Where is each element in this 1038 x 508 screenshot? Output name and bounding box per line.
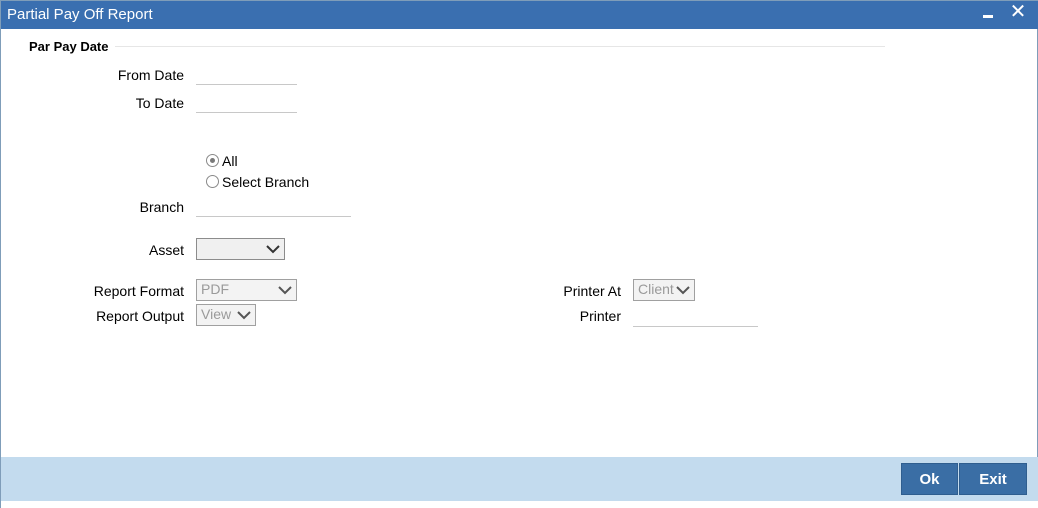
all-radio-label: All xyxy=(222,153,238,169)
report-format-select[interactable]: PDF xyxy=(196,279,297,301)
window-title: Partial Pay Off Report xyxy=(7,6,153,23)
exit-button[interactable]: Exit xyxy=(959,463,1027,495)
from-date-label: From Date xyxy=(117,67,184,83)
title-bar: Partial Pay Off Report ✕ xyxy=(1,1,1038,29)
printer-at-select[interactable]: Client xyxy=(633,279,695,301)
printer-at-select-value: Client xyxy=(638,281,674,297)
report-format-select-value: PDF xyxy=(201,281,229,297)
report-output-select-value: View xyxy=(201,306,232,322)
section-divider xyxy=(29,46,885,47)
close-button[interactable]: ✕ xyxy=(1007,1,1029,25)
chevron-down-icon xyxy=(278,286,292,295)
branch-label: Branch xyxy=(139,199,184,215)
report-format-label: Report Format xyxy=(93,283,184,299)
printer-label: Printer xyxy=(579,308,621,324)
footer-bar xyxy=(1,457,1038,501)
report-output-label: Report Output xyxy=(96,308,184,324)
chevron-down-icon xyxy=(676,286,690,295)
section-title: Par Pay Date xyxy=(29,39,109,54)
chevron-down-icon xyxy=(266,245,280,254)
partial-pay-off-report-window: Partial Pay Off Report ✕ Par Pay Date Fr… xyxy=(0,0,1038,508)
printer-at-label: Printer At xyxy=(563,283,621,299)
report-output-select[interactable]: View xyxy=(196,304,256,326)
ok-button[interactable]: Ok xyxy=(901,463,958,495)
branch-input[interactable] xyxy=(196,193,351,217)
from-date-input[interactable] xyxy=(196,61,297,85)
select-branch-radio[interactable] xyxy=(206,175,219,188)
minimize-icon xyxy=(983,15,993,18)
all-radio[interactable] xyxy=(206,154,219,167)
asset-select[interactable] xyxy=(196,238,285,260)
printer-input[interactable] xyxy=(633,303,758,327)
asset-label: Asset xyxy=(148,242,184,258)
to-date-label: To Date xyxy=(135,95,184,111)
minimize-button[interactable] xyxy=(977,3,999,25)
select-branch-radio-label: Select Branch xyxy=(222,174,310,190)
to-date-input[interactable] xyxy=(196,89,297,113)
close-icon: ✕ xyxy=(1009,1,1027,23)
chevron-down-icon xyxy=(237,311,251,320)
